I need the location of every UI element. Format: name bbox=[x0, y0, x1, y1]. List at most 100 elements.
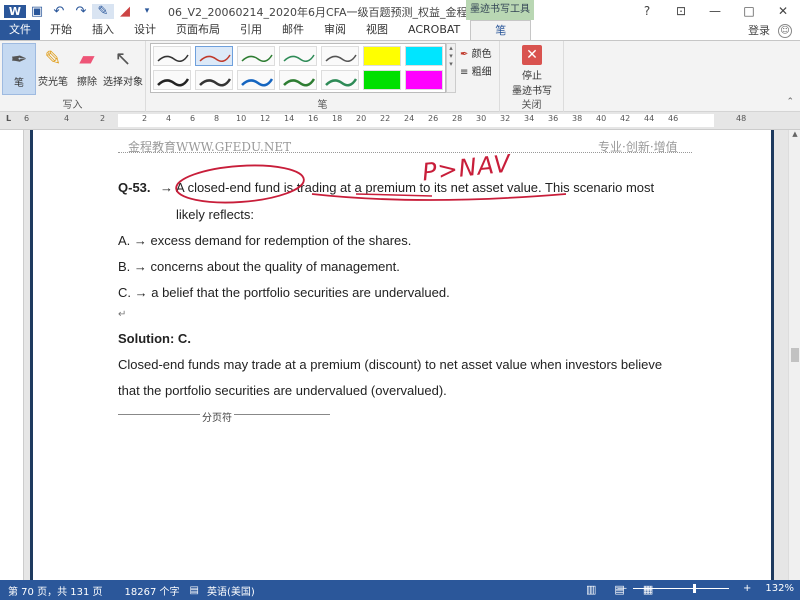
pen-swatch[interactable] bbox=[237, 46, 275, 66]
vertical-scrollbar[interactable]: ▲ bbox=[788, 130, 800, 580]
tab-view[interactable]: 视图 bbox=[356, 20, 398, 40]
question-arrow: → bbox=[160, 180, 173, 195]
ruler-tick: 24 bbox=[404, 114, 415, 123]
ruler-tick: 38 bbox=[572, 114, 583, 123]
maximize-icon[interactable]: □ bbox=[732, 0, 766, 22]
option-a[interactable]: A. → excess demand for redemption of the… bbox=[118, 233, 411, 248]
pen-swatch[interactable] bbox=[195, 70, 233, 90]
ruler-tick: 18 bbox=[332, 114, 343, 123]
option-b[interactable]: B. → concerns about the quality of manag… bbox=[118, 259, 400, 274]
ruler-tick: 20 bbox=[356, 114, 367, 123]
question-line-1[interactable]: A closed-end fund is trading at a premiu… bbox=[176, 180, 654, 195]
pen-swatch[interactable] bbox=[237, 70, 275, 90]
help-icon[interactable]: ? bbox=[630, 0, 664, 22]
vertical-ruler[interactable] bbox=[0, 130, 24, 580]
scroll-thumb[interactable] bbox=[791, 348, 799, 362]
ruler-tick: 28 bbox=[452, 114, 463, 123]
tab-stop-selector[interactable]: L bbox=[6, 114, 11, 123]
tab-acrobat[interactable]: ACROBAT bbox=[398, 20, 470, 40]
ruler-tick: 4 bbox=[166, 114, 172, 123]
tab-insert[interactable]: 插入 bbox=[82, 20, 124, 40]
scroll-up-icon[interactable]: ▲ bbox=[789, 130, 800, 142]
close-icon[interactable]: ✕ bbox=[766, 0, 800, 22]
pen-swatch[interactable] bbox=[405, 46, 443, 66]
pen-swatch[interactable] bbox=[405, 70, 443, 90]
pen-swatch[interactable] bbox=[321, 46, 359, 66]
language[interactable]: 英语(美国) bbox=[207, 583, 255, 598]
pen-tool-button[interactable]: ✒ 笔 bbox=[2, 43, 36, 95]
weight-icon: ≡ bbox=[460, 67, 469, 78]
weight-label: 粗细 bbox=[471, 67, 492, 78]
pen-icon: ✒ bbox=[10, 47, 28, 71]
select-objects-button[interactable]: ↖ 选择对象 bbox=[102, 43, 144, 95]
ruler-tick: 4 bbox=[64, 114, 70, 123]
pen-swatch[interactable] bbox=[279, 70, 317, 90]
smiley-icon[interactable]: ☺ bbox=[778, 24, 792, 38]
ruler-tick: 10 bbox=[236, 114, 247, 123]
weight-button[interactable]: ≡ 粗细 bbox=[460, 63, 492, 78]
stop-inking-button[interactable]: ✕ 停止 墨迹书写 bbox=[508, 45, 556, 97]
pen-swatch[interactable] bbox=[279, 46, 317, 66]
word-count[interactable]: 18267 个字 bbox=[125, 583, 180, 598]
write-group-label: 写入 bbox=[62, 100, 83, 111]
option-c[interactable]: C. → a belief that the portfolio securit… bbox=[118, 285, 450, 300]
document-page[interactable] bbox=[30, 130, 774, 580]
page-break-label: 分页符 bbox=[200, 409, 234, 424]
explanation-line-2[interactable]: that the portfolio securities are underv… bbox=[118, 383, 447, 398]
ruler-tick: 16 bbox=[308, 114, 319, 123]
zoom-level[interactable]: 132% bbox=[765, 583, 794, 594]
word-icon[interactable]: W bbox=[4, 4, 26, 18]
ribbon-display-icon[interactable]: ⊡ bbox=[664, 0, 698, 22]
tab-pen[interactable]: 笔 bbox=[470, 20, 532, 40]
pen-swatch[interactable] bbox=[321, 70, 359, 90]
login-link[interactable]: 登录 bbox=[748, 22, 770, 38]
tab-references[interactable]: 引用 bbox=[230, 20, 272, 40]
pen-swatch[interactable] bbox=[363, 70, 401, 90]
tab-file[interactable]: 文件 bbox=[0, 20, 40, 40]
minimize-icon[interactable]: — bbox=[698, 0, 732, 22]
pen-swatch[interactable] bbox=[153, 70, 191, 90]
zoom-out-icon[interactable]: — bbox=[617, 583, 627, 594]
zoom-slider[interactable] bbox=[633, 584, 730, 593]
tab-layout[interactable]: 页面布局 bbox=[166, 20, 230, 40]
dropdown-icon[interactable]: ▾ bbox=[136, 6, 158, 16]
stop-inking-label: 停止 墨迹书写 bbox=[512, 71, 552, 97]
proofing-icon[interactable]: ▤ bbox=[190, 585, 199, 596]
collapse-ribbon-icon[interactable]: ⌃ bbox=[786, 97, 794, 107]
ribbon-tabs: 文件 开始 插入 设计 页面布局 引用 邮件 审阅 视图 ACROBAT 笔 bbox=[0, 20, 800, 40]
pen-gallery-scroll[interactable]: ▴ ▾ ▾ bbox=[446, 43, 456, 93]
ruler-tick: 2 bbox=[142, 114, 148, 123]
eraser-icon[interactable]: ◢ bbox=[114, 4, 136, 19]
pen-swatch[interactable] bbox=[153, 46, 191, 66]
ruler-tick: 14 bbox=[284, 114, 295, 123]
solution-label[interactable]: Solution: C. bbox=[118, 331, 191, 346]
read-mode-icon[interactable]: ▥ bbox=[586, 583, 596, 596]
zoom-in-icon[interactable]: + bbox=[743, 583, 751, 594]
tab-home[interactable]: 开始 bbox=[40, 20, 82, 40]
horizontal-ruler[interactable]: L 6 4 2 2 4 6 8 10 12 14 16 18 20 22 24 … bbox=[0, 112, 800, 130]
eraser-tool-label: 擦除 bbox=[77, 77, 97, 88]
save-icon[interactable]: ▣ bbox=[26, 4, 48, 19]
pen-swatch[interactable] bbox=[363, 46, 401, 66]
tab-design[interactable]: 设计 bbox=[124, 20, 166, 40]
explanation-line-1[interactable]: Closed-end funds may trade at a premium … bbox=[118, 357, 662, 372]
pen-icon[interactable]: ✎ bbox=[92, 3, 114, 19]
ruler-tick: 30 bbox=[476, 114, 487, 123]
zoom-slider-knob[interactable] bbox=[692, 584, 696, 593]
question-line-2[interactable]: likely reflects: bbox=[176, 207, 254, 222]
header-rule bbox=[118, 152, 692, 153]
highlighter-tool-button[interactable]: ✎ 荧光笔 bbox=[36, 43, 70, 95]
tab-review[interactable]: 审阅 bbox=[314, 20, 356, 40]
page-count[interactable]: 第 70 页，共 131 页 bbox=[8, 583, 103, 598]
ruler-tick: 44 bbox=[644, 114, 655, 123]
pen-swatch[interactable] bbox=[195, 46, 233, 66]
redo-icon[interactable]: ↷ bbox=[70, 4, 92, 19]
tab-mailings[interactable]: 邮件 bbox=[272, 20, 314, 40]
context-tool-label: 墨迹书写工具 bbox=[466, 0, 534, 20]
ruler-tick: 48 bbox=[736, 114, 747, 123]
eraser-tool-button[interactable]: ▰ 擦除 bbox=[70, 43, 104, 95]
ruler-tick: 22 bbox=[380, 114, 391, 123]
close-x-icon: ✕ bbox=[522, 45, 542, 65]
undo-icon[interactable]: ↶ bbox=[48, 4, 70, 19]
color-button[interactable]: ✒ 颜色 bbox=[460, 45, 492, 60]
